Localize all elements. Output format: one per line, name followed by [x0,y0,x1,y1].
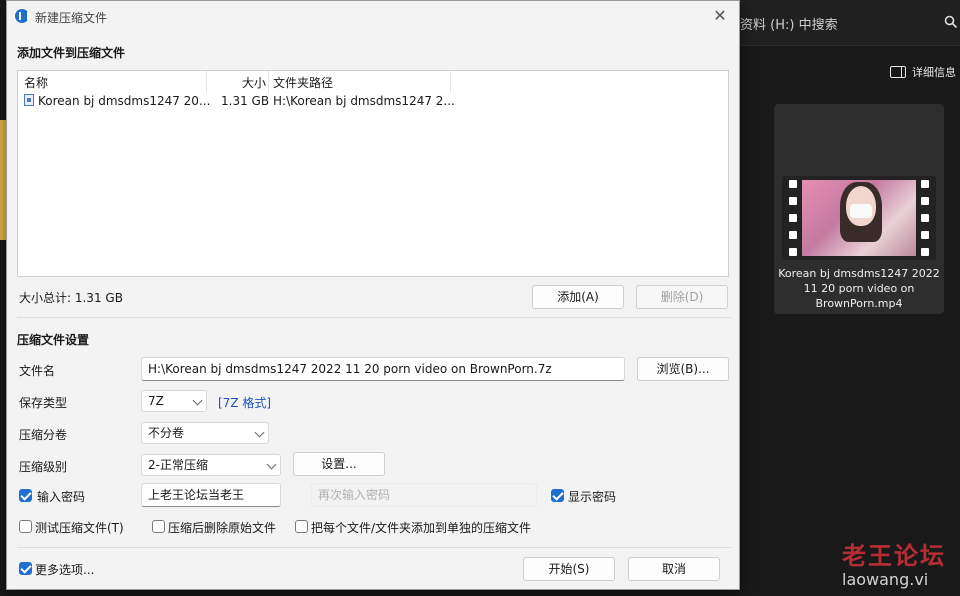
explorer-search-box[interactable]: 资料 (H:) 中搜索 [740,14,838,33]
save-type-select[interactable]: 7Z [141,390,207,412]
format-link[interactable]: [7Z 格式] [218,394,271,411]
add-button[interactable]: 添加(A) [532,285,624,309]
archive-settings-section-title: 压缩文件设置 [17,333,90,347]
compression-level-value: 2-正常压缩 [148,458,208,472]
table-row[interactable]: Korean bj dmsdms1247 20... 1.31 GB H:\Ko… [18,93,728,111]
password-label: 输入密码 [37,490,86,504]
chevron-down-icon [266,459,277,470]
app-logo-icon [15,9,29,23]
test-archive-checkbox[interactable] [19,520,32,533]
separate-archives-label: 把每个文件/文件夹添加到单独的压缩文件 [311,521,532,535]
password-input[interactable]: 上老王论坛当老王 [141,483,281,507]
delete-button[interactable]: 删除(D) [636,285,728,309]
save-type-value: 7Z [148,394,164,408]
column-header-size[interactable]: 大小 [242,74,266,91]
show-password-checkbox[interactable] [551,489,564,502]
dialog-titlebar[interactable]: 新建压缩文件 ✕ [7,1,739,33]
new-archive-dialog: 新建压缩文件 ✕ 添加文件到压缩文件 名称 大小 文件夹路径 Korean bj… [6,0,740,590]
details-pane-icon [890,66,906,78]
film-strip-left [786,180,800,256]
chevron-down-icon [254,427,265,438]
section-divider [17,317,731,318]
video-frame-image [802,180,916,256]
volume-value: 不分卷 [148,426,185,440]
details-pane-label: 详细信息 [912,66,956,79]
watermark-title: 老王论坛 [842,542,946,570]
column-header-path[interactable]: 文件夹路径 [273,74,333,91]
column-header-name[interactable]: 名称 [24,74,48,91]
delete-after-label: 压缩后删除原始文件 [168,521,277,535]
video-thumbnail [782,176,936,260]
cancel-button[interactable]: 取消 [628,557,720,581]
footer-divider [17,547,731,548]
chevron-down-icon [192,395,203,406]
separate-archives-checkbox[interactable] [295,520,308,533]
video-file-tile[interactable]: Korean bj dmsdms1247 2022 11 20 porn vid… [774,104,944,314]
film-strip-right [918,180,932,256]
watermark-url: laowang.vi [842,570,929,589]
close-button[interactable]: ✕ [707,5,733,27]
password-checkbox[interactable] [19,489,32,502]
browse-button[interactable]: 浏览(B)... [637,357,729,381]
start-button[interactable]: 开始(S) [523,557,615,581]
save-type-label: 保存类型 [19,396,68,410]
search-icon[interactable] [944,15,958,29]
password-confirm-input[interactable]: 再次输入密码 [311,483,537,507]
delete-after-checkbox[interactable] [152,520,165,533]
more-options-label[interactable]: 更多选项... [35,561,94,578]
total-size: 大小总计: 1.31 GB [19,291,123,305]
add-files-section-title: 添加文件到压缩文件 [17,46,126,60]
video-file-name: Korean bj dmsdms1247 2022 11 20 porn vid… [778,267,940,310]
row-file-name: Korean bj dmsdms1247 20... [38,94,211,108]
file-icon [24,94,34,106]
compression-level-select[interactable]: 2-正常压缩 [141,454,281,476]
filename-label: 文件名 [19,364,56,378]
show-password-label: 显示密码 [568,490,617,504]
row-file-path: H:\Korean bj dmsdms1247 2... [273,94,455,108]
volume-select[interactable]: 不分卷 [141,422,269,444]
details-pane-button[interactable]: 详细信息 [890,64,956,80]
more-options-checkbox[interactable] [19,562,32,575]
dialog-title: 新建压缩文件 [35,11,108,25]
test-archive-label: 测试压缩文件(T) [35,521,124,535]
filename-input[interactable]: H:\Korean bj dmsdms1247 2022 11 20 porn … [141,357,625,381]
file-list[interactable]: 名称 大小 文件夹路径 Korean bj dmsdms1247 20... 1… [17,70,729,277]
settings-button[interactable]: 设置... [293,452,385,476]
volume-label: 压缩分卷 [19,428,68,442]
row-file-size: 1.31 GB [221,94,270,108]
compression-level-label: 压缩级别 [19,460,68,474]
